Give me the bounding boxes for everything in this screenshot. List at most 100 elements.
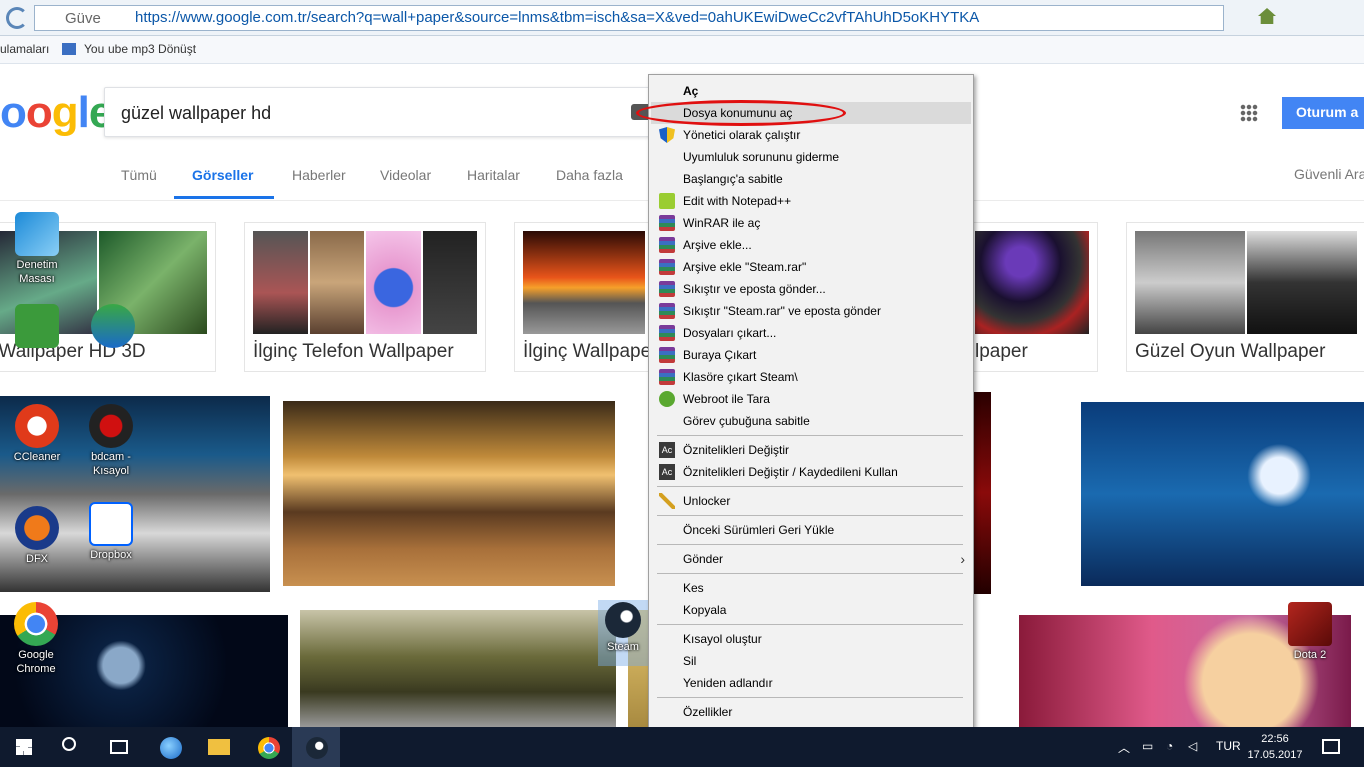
taskbar-app-browser[interactable] — [146, 727, 194, 767]
menu-item-pin-taskbar[interactable]: Görev çubuğuna sabitle — [651, 410, 971, 432]
webroot-icon — [659, 391, 675, 407]
menu-separator — [657, 515, 963, 516]
menu-item-troubleshoot[interactable]: Uyumluluk sorununu giderme — [651, 146, 971, 168]
chevron-up-icon[interactable]: ︿ — [1118, 739, 1130, 756]
tab-videos[interactable]: Videolar — [380, 167, 431, 183]
menu-item-winrar-open[interactable]: WinRAR ile aç — [651, 212, 971, 234]
desktop-icon-dota2[interactable]: Dota 2 — [1275, 602, 1345, 662]
control-panel-icon — [15, 212, 59, 256]
tab-more[interactable]: Daha fazla — [556, 167, 623, 183]
battery-icon[interactable]: ▭ — [1142, 739, 1153, 753]
card-label: lpaper — [975, 341, 1028, 362]
tab-maps[interactable]: Haritalar — [467, 167, 520, 183]
favorite-item[interactable]: ulamaları — [0, 42, 49, 56]
menu-item-webroot-scan[interactable]: Webroot ile Tara — [651, 388, 971, 410]
taskbar-app-explorer[interactable] — [194, 727, 242, 767]
ccleaner-icon — [15, 404, 59, 448]
desktop-icon-idm[interactable] — [78, 304, 148, 348]
tab-images[interactable]: Görseller — [192, 167, 253, 183]
download-manager-icon — [91, 304, 135, 348]
language-indicator[interactable]: TUR — [1216, 739, 1241, 753]
menu-separator — [657, 435, 963, 436]
result-image[interactable] — [1081, 402, 1364, 586]
tab-news[interactable]: Haberler — [292, 167, 346, 183]
red-highlight-annotation — [636, 100, 846, 126]
taskbar-app-steam[interactable] — [292, 727, 340, 767]
network-icon[interactable]: ◔ — [1166, 739, 1173, 753]
favorite-item[interactable]: ube mp3 Dönüşt — [108, 42, 196, 56]
desktop-icon-camtasia[interactable] — [2, 304, 72, 348]
tab-all[interactable]: Tümü — [121, 167, 157, 183]
menu-item-pin-start[interactable]: Başlangıç'a sabitle — [651, 168, 971, 190]
desktop-icon-dfx[interactable]: DFX — [2, 506, 72, 566]
menu-item-open[interactable]: Aç — [651, 80, 971, 102]
reload-icon[interactable] — [6, 7, 28, 29]
camtasia-icon — [15, 304, 59, 348]
menu-item-restore-previous[interactable]: Önceki Sürümleri Geri Yükle — [651, 519, 971, 541]
desktop-icon-label: Steam — [607, 641, 639, 653]
signin-button[interactable]: Oturum a — [1282, 97, 1364, 129]
desktop-icon-ccleaner[interactable]: CCleaner — [2, 404, 72, 464]
result-image[interactable] — [974, 392, 991, 594]
notepadpp-icon — [659, 193, 675, 209]
menu-item-add-steam-rar[interactable]: Arşive ekle "Steam.rar" — [651, 256, 971, 278]
chrome-icon — [258, 737, 280, 759]
desktop-icon-steam[interactable]: Steam — [598, 600, 648, 666]
menu-item-compress-steam-email[interactable]: Sıkıştır "Steam.rar" ve eposta gönder — [651, 300, 971, 322]
related-card[interactable]: İlginç Wallpape — [514, 222, 654, 372]
menu-item-add-archive[interactable]: Arşive ekle... — [651, 234, 971, 256]
url-field[interactable]: Güve https://www.google.com.tr/search?q=… — [34, 5, 1224, 31]
chrome-icon — [14, 602, 58, 646]
menu-item-extract-here[interactable]: Buraya Çıkart — [651, 344, 971, 366]
menu-item-extract-files[interactable]: Dosyaları çıkart... — [651, 322, 971, 344]
notification-icon[interactable] — [1322, 739, 1340, 754]
menu-item-send-to[interactable]: Gönder › — [651, 548, 971, 570]
attribute-changer-icon: Ac — [659, 442, 675, 458]
menu-item-cut[interactable]: Kes — [651, 577, 971, 599]
task-view-button[interactable] — [96, 727, 144, 767]
menu-separator — [657, 697, 963, 698]
desktop-icon-chrome[interactable]: Google Chrome — [1, 602, 71, 676]
menu-item-delete[interactable]: Sil — [651, 650, 971, 672]
menu-item-extract-to-folder[interactable]: Klasöre çıkart Steam\ — [651, 366, 971, 388]
menu-item-notepadpp[interactable]: Edit with Notepad++ — [651, 190, 971, 212]
menu-item-rename[interactable]: Yeniden adlandır — [651, 672, 971, 694]
card-thumbnails — [253, 231, 477, 334]
url-text[interactable]: https://www.google.com.tr/search?q=wall+… — [135, 9, 1215, 26]
menu-item-run-as-admin[interactable]: Yönetici olarak çalıştır — [651, 124, 971, 146]
search-box[interactable] — [104, 87, 660, 137]
menu-item-unlocker[interactable]: Unlocker — [651, 490, 971, 512]
volume-icon[interactable]: ◁ — [1188, 739, 1197, 753]
search-input[interactable] — [121, 100, 621, 126]
taskbar-app-chrome[interactable] — [244, 727, 292, 767]
desktop-icon-label: Dota 2 — [1293, 649, 1327, 661]
desktop-icon-bdcam[interactable]: bdcam - Kısayol — [76, 404, 146, 478]
dota2-icon — [1288, 602, 1332, 646]
clock[interactable]: 22:56 17.05.2017 — [1240, 731, 1310, 763]
menu-separator — [657, 544, 963, 545]
menu-item-properties[interactable]: Özellikler — [651, 701, 971, 723]
card-thumbnails — [975, 231, 1089, 334]
menu-item-copy[interactable]: Kopyala — [651, 599, 971, 621]
home-icon[interactable] — [1258, 8, 1276, 24]
globe-icon — [160, 737, 182, 759]
start-button[interactable] — [0, 727, 48, 767]
related-card[interactable]: lpaper — [966, 222, 1098, 372]
winrar-icon — [659, 281, 675, 297]
desktop-icon-control-panel[interactable]: Denetim Masası — [2, 212, 72, 286]
desktop-icon-dropbox[interactable]: Dropbox — [76, 502, 146, 562]
search-button[interactable] — [48, 727, 96, 767]
apps-grid-icon[interactable] — [1240, 104, 1258, 122]
menu-item-change-attributes[interactable]: Ac Öznitelikleri Değiştir — [651, 439, 971, 461]
dropbox-icon — [89, 502, 133, 546]
menu-item-create-shortcut[interactable]: Kısayol oluştur — [651, 628, 971, 650]
menu-item-change-attributes-saved[interactable]: Ac Öznitelikleri Değiştir / Kaydedileni K… — [651, 461, 971, 483]
result-image[interactable] — [283, 401, 615, 586]
favorite-item[interactable]: You — [84, 42, 104, 56]
result-image[interactable] — [300, 610, 616, 727]
menu-item-compress-email[interactable]: Sıkıştır ve eposta gönder... — [651, 278, 971, 300]
safesearch-link[interactable]: Güvenli Ara — [1294, 166, 1364, 182]
related-card[interactable]: İlginç Telefon Wallpaper — [244, 222, 486, 372]
google-logo[interactable]: oogle — [0, 88, 113, 138]
related-card[interactable]: Güzel Oyun Wallpaper — [1126, 222, 1364, 372]
